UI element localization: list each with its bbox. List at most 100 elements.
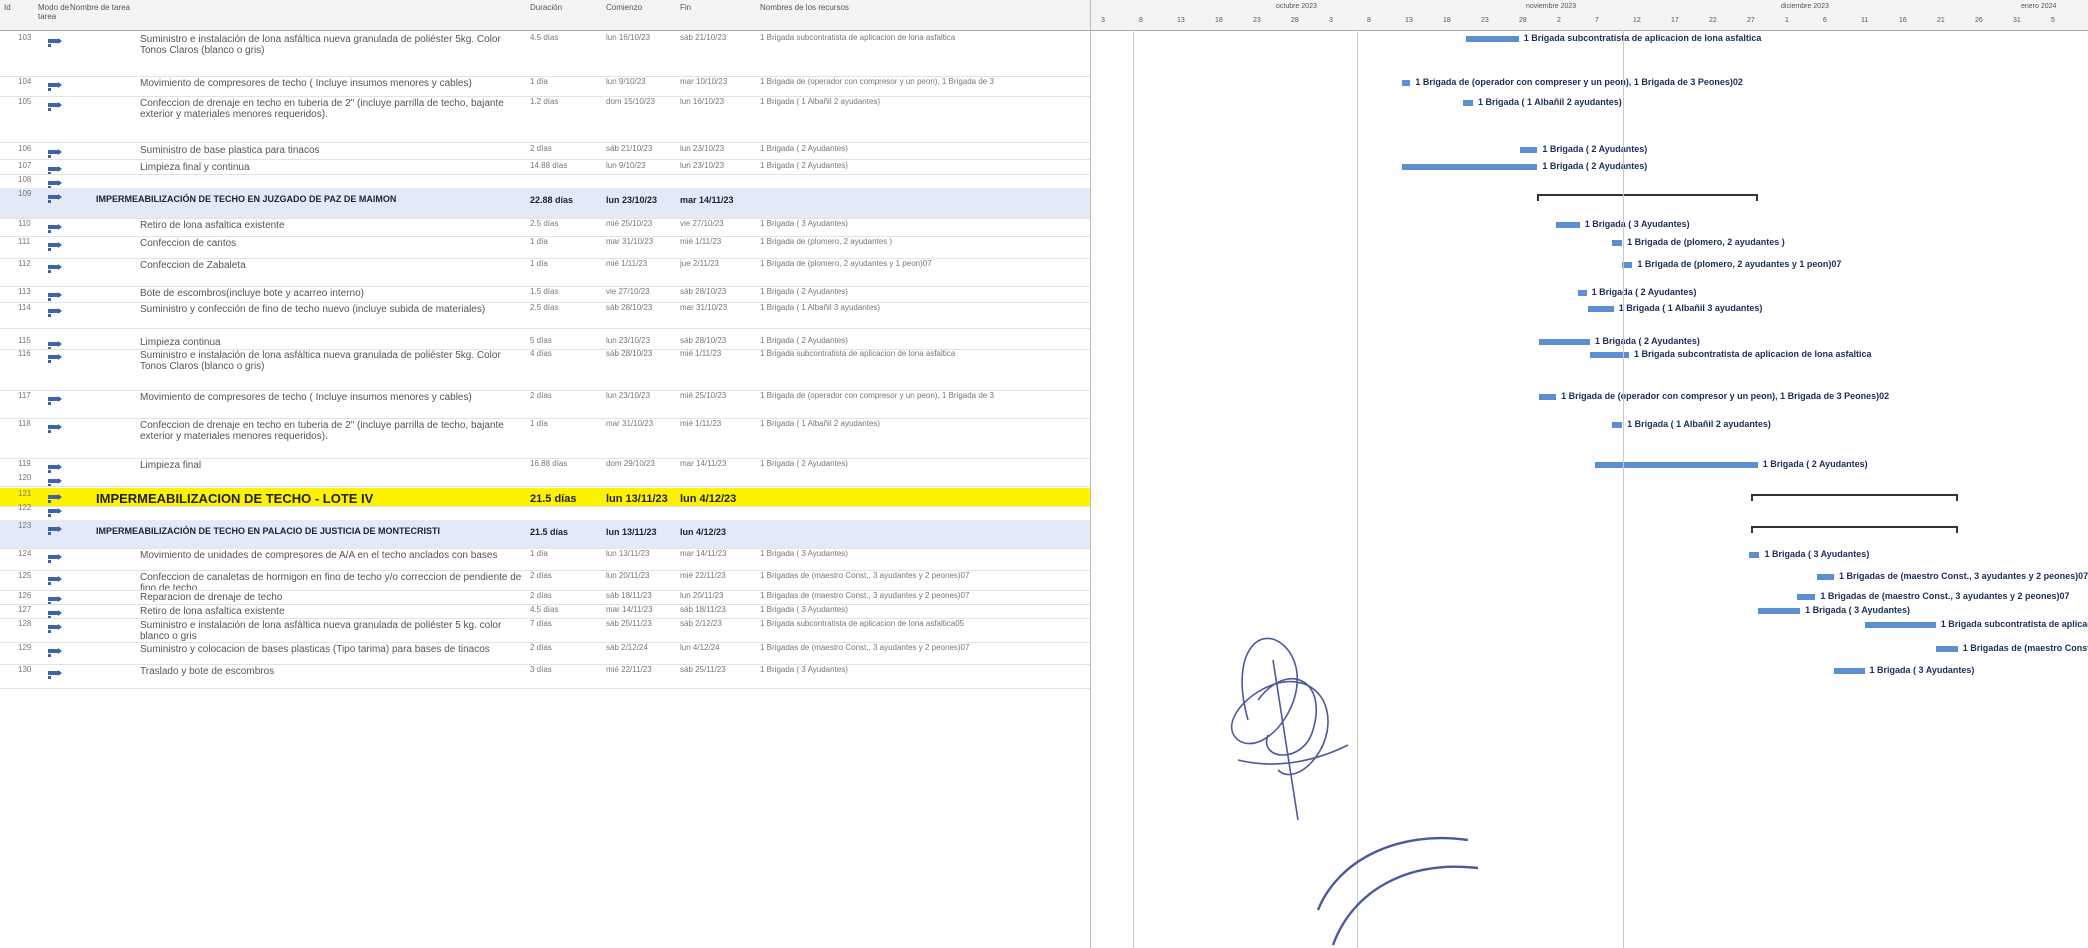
row-id: 107 (18, 161, 32, 170)
row-id: 115 (18, 336, 31, 345)
row-id: 123 (18, 521, 32, 530)
task-name[interactable]: Suministro de base plastica para tinacos (140, 145, 525, 156)
header-mode[interactable]: Modo de tarea (38, 3, 72, 21)
task-resources: 1 Brigada ( 1 Albañil 3 ayudantes) (760, 303, 881, 312)
task-name[interactable]: Limpieza final (140, 460, 525, 471)
task-mode-icon (48, 238, 68, 251)
task-resources: 1 Brigada subcontratista de aplicacion d… (760, 33, 956, 42)
table-row[interactable]: 115 Limpieza continua 5 días lun 23/10/23 sá… (0, 335, 1090, 350)
task-mode-icon (48, 460, 68, 473)
table-row[interactable]: 104 Movimiento de compresores de techo ( … (0, 76, 1090, 96)
row-id: 110 (18, 219, 31, 228)
task-name[interactable]: Movimiento de compresores de techo ( Inc… (140, 78, 525, 89)
table-row[interactable]: 105 Confeccion de drenaje en techo en tub… (0, 96, 1090, 142)
task-name[interactable]: Suministro y colocacion de bases plastic… (140, 644, 525, 655)
gantt-sheet: Id Modo de tarea Nombre de tarea Duració… (0, 0, 2088, 948)
task-start: mar 31/10/23 (606, 419, 654, 428)
header-duration[interactable]: Duración (530, 3, 562, 12)
task-name[interactable]: IMPERMEABILIZACIÓN DE TECHO EN JUZGADO D… (96, 194, 481, 205)
task-duration: 14.88 días (530, 161, 568, 170)
table-row[interactable]: 116 Suministro e instalación de lona asfá… (0, 348, 1090, 390)
table-row[interactable]: 117 Movimiento de compresores de techo ( … (0, 390, 1090, 418)
table-row[interactable]: 108 (0, 174, 1090, 189)
task-duration: 16.88 días (530, 459, 568, 468)
table-row[interactable]: 114 Suministro y confección de fino de te… (0, 302, 1090, 328)
table-row[interactable]: 103 Suministro e instalación de lona asfá… (0, 32, 1090, 76)
task-end: mié 25/10/23 (680, 391, 727, 400)
task-name[interactable]: Bote de escombros(incluye bote y acarreo… (140, 288, 525, 299)
task-name[interactable]: Confeccion de drenaje en techo en tuberi… (140, 420, 525, 442)
task-start: dom 29/10/23 (606, 459, 655, 468)
table-row[interactable]: 120 (0, 472, 1090, 487)
header-name[interactable]: Nombre de tarea (70, 3, 130, 12)
task-mode-icon (48, 350, 68, 363)
task-name[interactable]: Movimiento de unidades de compresores de… (140, 550, 525, 561)
table-row[interactable]: 124 Movimiento de unidades de compresores… (0, 548, 1090, 570)
table-row[interactable]: 112 Confeccion de Zabaleta 1 día mié 1/11/2… (0, 258, 1090, 286)
task-end: sáb 21/10/23 (680, 33, 727, 42)
row-id: 106 (18, 144, 32, 153)
header-id[interactable]: Id (4, 3, 11, 12)
row-divider (0, 328, 1090, 329)
table-row[interactable]: 123 IMPERMEABILIZACIÓN DE TECHO EN PALACI… (0, 520, 1090, 548)
task-duration: 1 día (530, 77, 548, 86)
table-row[interactable]: 107 Limpieza final y continua 14.88 días lu… (0, 160, 1090, 175)
table-row[interactable]: 110 Retiro de lona asfaltica existente 2.5… (0, 218, 1090, 236)
table-row[interactable]: 109 IMPERMEABILIZACIÓN DE TECHO EN JUZGAD… (0, 188, 1090, 218)
header-end[interactable]: Fin (680, 3, 691, 12)
row-id: 116 (18, 349, 31, 358)
table-row[interactable]: 106 Suministro de base plastica para tina… (0, 143, 1090, 159)
task-mode-icon (48, 288, 68, 301)
row-divider (0, 486, 1090, 487)
table-row[interactable]: 125 Confeccion de canaletas de hormigon e… (0, 570, 1090, 594)
task-name[interactable]: Retiro de lona asfaltica existente (140, 606, 525, 617)
task-resources: 1 Brigada de (operador con compresor y u… (760, 391, 994, 400)
task-end: vie 27/10/23 (680, 219, 724, 228)
table-row[interactable]: 130 Traslado y bote de escombros 3 días mié… (0, 664, 1090, 688)
task-name[interactable]: Confeccion de Zabaleta (140, 260, 525, 271)
row-id: 125 (18, 571, 32, 580)
task-resources: 1 Brigada de (operador con compresor y u… (760, 77, 994, 86)
task-name[interactable]: Confeccion de cantos (140, 238, 525, 249)
task-name[interactable]: Traslado y bote de escombros (140, 666, 525, 677)
task-name[interactable]: Movimiento de compresores de techo ( Inc… (140, 392, 525, 403)
task-duration: 5 días (530, 336, 552, 345)
task-name[interactable]: Confeccion de drenaje en techo en tuberi… (140, 98, 525, 120)
task-name[interactable]: Limpieza continua (140, 337, 525, 348)
task-name[interactable]: Suministro e instalación de lona asfálti… (140, 34, 525, 56)
task-mode-icon (48, 145, 68, 158)
table-row[interactable]: 113 Bote de escombros(incluye bote y acar… (0, 286, 1090, 302)
task-mode-icon (48, 522, 68, 535)
table-row[interactable]: 122 (0, 502, 1090, 520)
task-end: mar 10/10/23 (680, 77, 728, 86)
task-resources: 1 Brigada ( 2 Ayudantes) (760, 161, 848, 170)
task-name[interactable]: Reparacion de drenaje de techo (140, 592, 525, 603)
table-row[interactable]: 118 Confeccion de drenaje en techo en tub… (0, 418, 1090, 458)
task-end: mié 1/11/23 (680, 237, 722, 246)
header-start[interactable]: Comienzo (606, 3, 642, 12)
task-end: jue 2/11/23 (680, 259, 719, 268)
task-duration: 1.5 días (530, 287, 559, 296)
task-name[interactable]: Retiro de lona asfaltica existente (140, 220, 525, 231)
table-row[interactable]: 111 Confeccion de cantos 1 día mar 31/10/23… (0, 236, 1090, 258)
task-start: dom 15/10/23 (606, 97, 655, 106)
table-row[interactable]: 129 Suministro y colocacion de bases plas… (0, 642, 1090, 664)
task-start: lun 16/10/23 (606, 33, 651, 42)
table-row[interactable]: 127 Retiro de lona asfaltica existente 4.5… (0, 604, 1090, 619)
task-start: mar 31/10/23 (606, 237, 654, 246)
task-start: lun 9/10/23 (606, 161, 646, 170)
task-end: lun 4/12/24 (680, 643, 720, 652)
task-mode-icon (48, 162, 68, 175)
task-duration: 2 días (530, 571, 552, 580)
task-name[interactable]: Suministro e instalación de lona asfálti… (140, 620, 525, 642)
task-name[interactable]: Limpieza final y continua (140, 162, 525, 173)
task-name[interactable]: Suministro y confección de fino de techo… (140, 304, 525, 315)
task-name[interactable]: IMPERMEABILIZACIÓN DE TECHO EN PALACIO D… (96, 526, 481, 537)
task-resources: 1 Brigada subcontratista de aplicacion d… (760, 619, 965, 628)
table-row[interactable]: 126 Reparacion de drenaje de techo 2 días s… (0, 590, 1090, 605)
row-id: 105 (18, 97, 32, 106)
table-row[interactable]: 128 Suministro e instalación de lona asfá… (0, 618, 1090, 642)
task-name[interactable]: Suministro e instalación de lona asfálti… (140, 350, 525, 372)
task-mode-icon (48, 176, 68, 189)
header-resources[interactable]: Nombres de los recursos (760, 3, 849, 12)
